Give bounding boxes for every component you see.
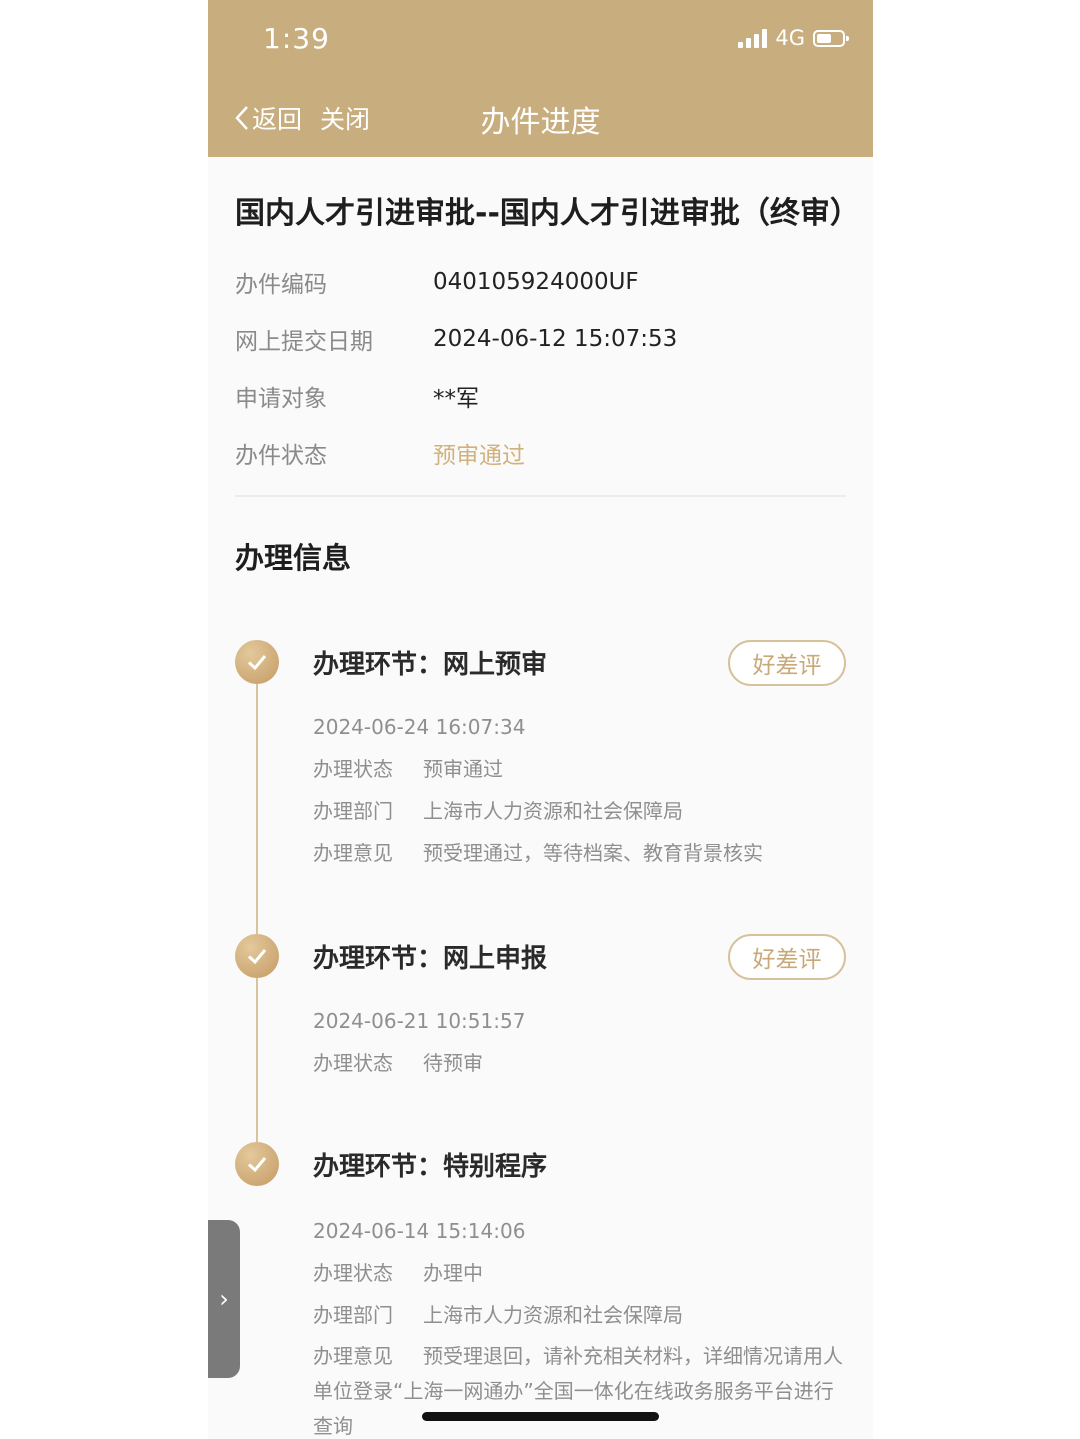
- field-row-case-code: 办件编码 040105924000UF: [235, 253, 846, 310]
- field-row-submit-date: 网上提交日期 2024-06-12 15:07:53: [235, 310, 846, 367]
- side-expand-tab[interactable]: ›: [208, 1220, 240, 1378]
- field-label: 网上提交日期: [235, 328, 373, 355]
- field-value: 2024-06-12 15:07:53: [433, 325, 678, 352]
- field-value: 040105924000UF: [433, 268, 639, 295]
- detail-value: 预审通过: [423, 757, 503, 781]
- detail-label: 办理意见: [313, 1344, 393, 1368]
- main-content: 国内人才引进审批--国内人才引进审批（终审） 办件编码 040105924000…: [235, 157, 860, 577]
- side-expand-chevron-icon: ›: [219, 1285, 229, 1313]
- case-title: 国内人才引进审批--国内人才引进审批（终审）: [235, 196, 860, 231]
- detail-label: 办理状态: [313, 757, 393, 781]
- detail-value: 待预审: [423, 1051, 483, 1075]
- app-header: 1:39 4G 返回 关闭 办件进度: [208, 0, 873, 157]
- rate-button[interactable]: 好差评: [728, 640, 846, 686]
- step-time: 2024-06-24 16:07:34: [313, 715, 526, 739]
- step-time: 2024-06-21 10:51:57: [313, 1009, 526, 1033]
- phone-screen: 1:39 4G 返回 关闭 办件进度 国内人才引进审批--国内人才引进审批（终审…: [208, 0, 873, 1439]
- detail-value: 上海市人力资源和社会保障局: [423, 1303, 683, 1327]
- step-details: 2024-06-21 10:51:57 办理状态 待预审: [313, 1000, 525, 1084]
- battery-icon: [813, 29, 849, 47]
- signal-icon: [738, 28, 768, 48]
- detail-label: 办理状态: [313, 1261, 393, 1285]
- status-value: 预审通过: [433, 442, 525, 469]
- field-label: 办件状态: [235, 442, 327, 469]
- detail-value: 预受理通过，等待档案、教育背景核实: [423, 841, 763, 865]
- page-title: 办件进度: [480, 105, 601, 140]
- step-title: 办理环节：网上申报: [313, 944, 548, 974]
- check-circle-icon: [235, 934, 279, 978]
- status-time: 1:39: [263, 22, 330, 55]
- detail-label: 办理部门: [313, 799, 393, 823]
- detail-value: 上海市人力资源和社会保障局: [423, 799, 683, 823]
- check-circle-icon: [235, 640, 279, 684]
- field-label: 办件编码: [235, 271, 327, 298]
- step-title: 办理环节：网上预审: [313, 650, 548, 680]
- field-row-status: 办件状态 预审通过: [235, 424, 846, 481]
- step-details: 2024-06-14 15:14:06 办理状态 办理中 办理部门 上海市人力资源和…: [313, 1210, 846, 1439]
- home-indicator: [422, 1412, 659, 1421]
- step-details: 2024-06-24 16:07:34 办理状态 预审通过 办理部门 上海市人力资源…: [313, 706, 763, 874]
- detail-label: 办理意见: [313, 841, 393, 865]
- detail-label: 办理部门: [313, 1303, 393, 1327]
- rate-button[interactable]: 好差评: [728, 934, 846, 980]
- field-row-applicant: 申请对象 **军: [235, 367, 846, 424]
- field-value: **军: [433, 385, 479, 412]
- step-time: 2024-06-14 15:14:06: [313, 1219, 526, 1243]
- status-indicators: 4G: [738, 26, 849, 50]
- divider: [235, 495, 846, 497]
- step-title: 办理环节：特别程序: [313, 1152, 548, 1182]
- section-title: 办理信息: [235, 541, 352, 575]
- network-type: 4G: [775, 26, 805, 50]
- detail-label: 办理状态: [313, 1051, 393, 1075]
- field-label: 申请对象: [235, 385, 327, 412]
- check-circle-icon: [235, 1142, 279, 1186]
- detail-value: 办理中: [423, 1261, 483, 1285]
